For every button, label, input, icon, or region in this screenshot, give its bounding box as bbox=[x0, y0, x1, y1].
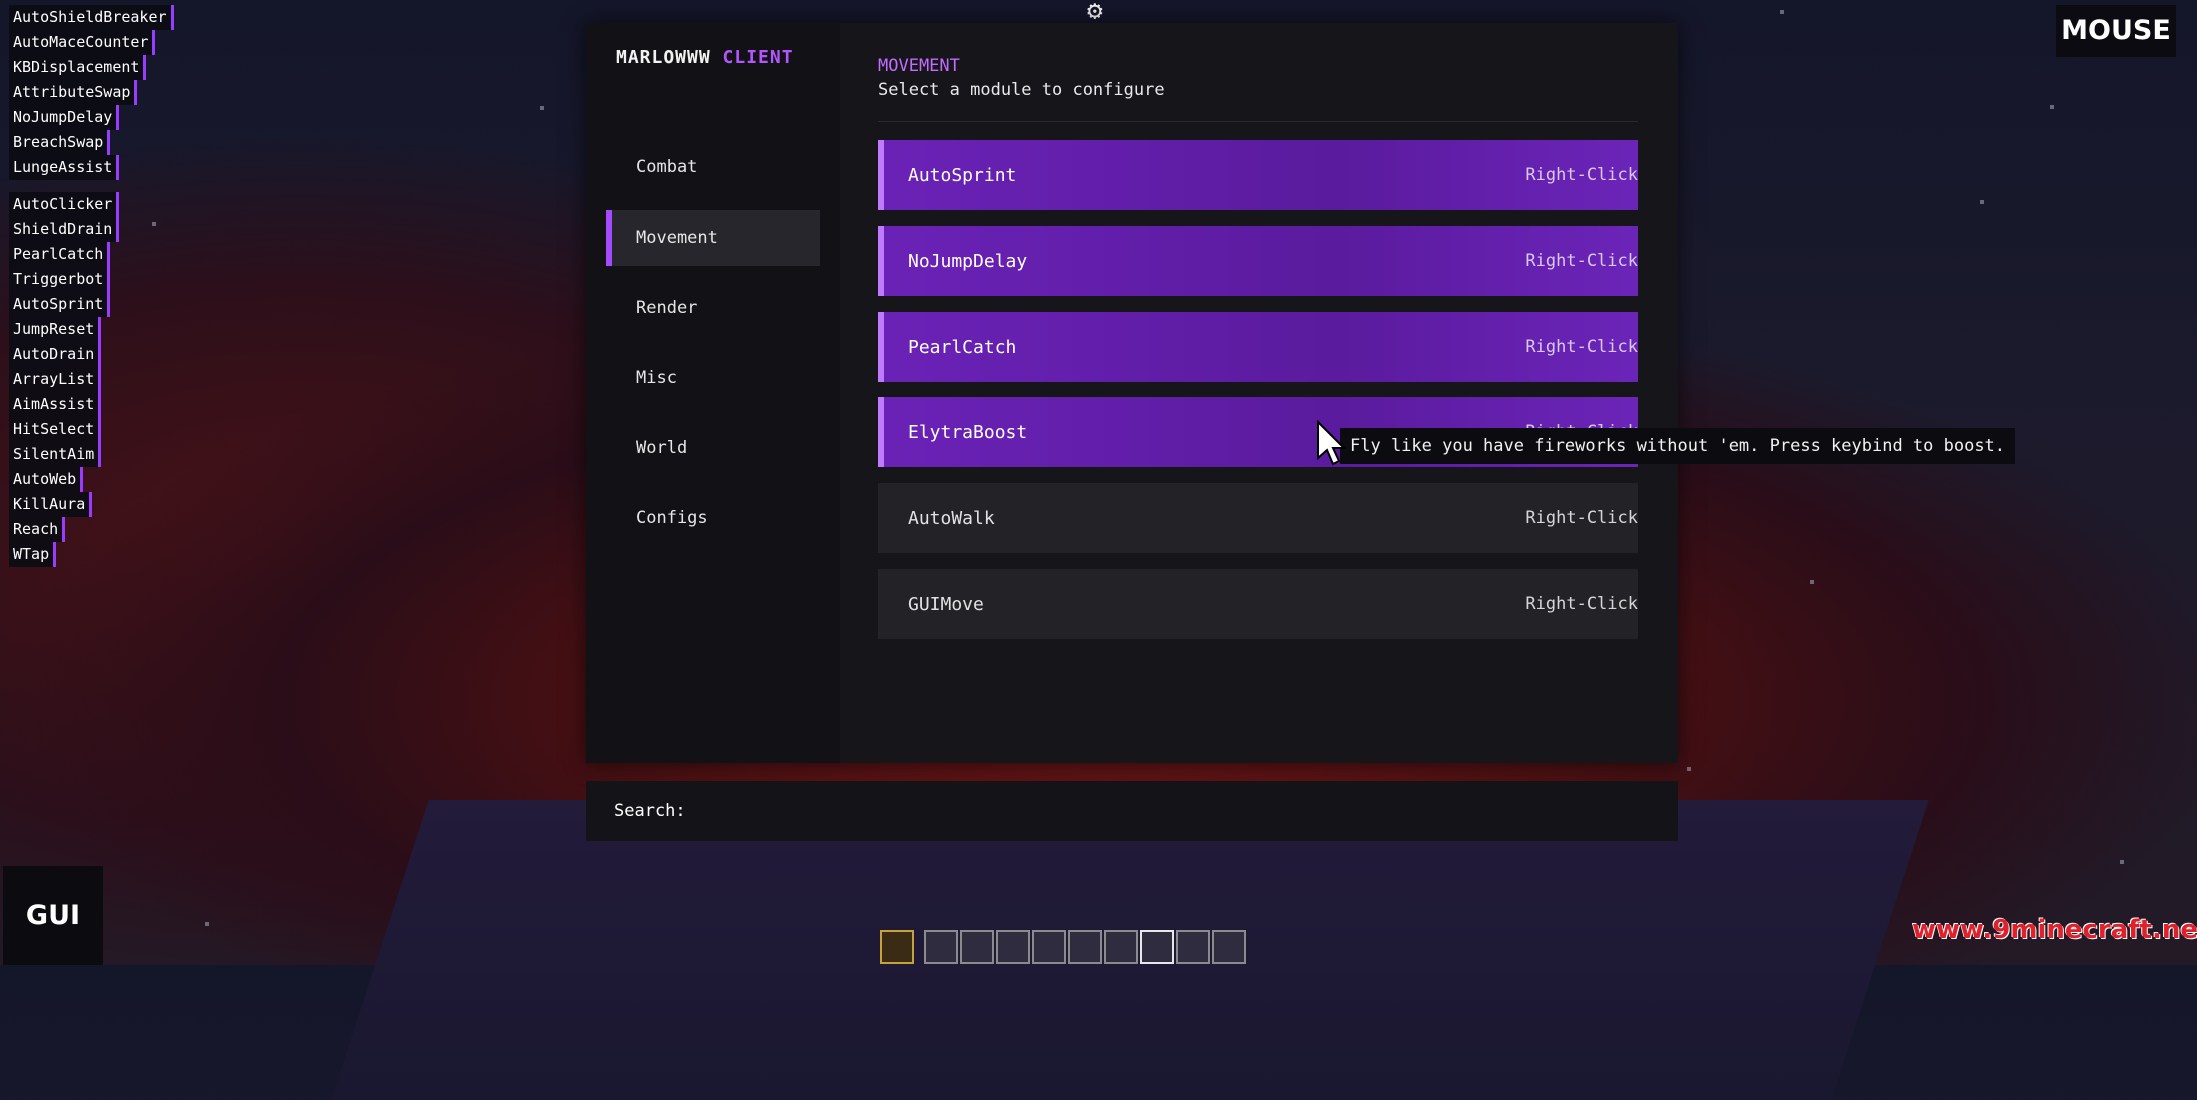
array-item: KillAura bbox=[9, 492, 93, 517]
client-gui-panel: MARLOWWW CLIENT Combat Movement Render M… bbox=[586, 23, 1678, 763]
module-name: GUIMove bbox=[908, 593, 984, 615]
hotbar-slot[interactable] bbox=[1032, 930, 1066, 964]
nav-misc[interactable]: Misc bbox=[606, 350, 820, 406]
array-item: AutoMaceCounter bbox=[9, 30, 156, 55]
hotbar-slot[interactable] bbox=[1104, 930, 1138, 964]
array-item: PearlCatch bbox=[9, 242, 111, 267]
hotbar-slot[interactable] bbox=[1068, 930, 1102, 964]
hotbar-slot[interactable] bbox=[880, 930, 914, 964]
hotbar-slot[interactable] bbox=[924, 930, 958, 964]
array-item: AimAssist bbox=[9, 392, 102, 417]
star bbox=[2050, 105, 2054, 109]
star bbox=[540, 106, 544, 110]
array-item: Reach bbox=[9, 517, 66, 542]
star bbox=[1980, 200, 1984, 204]
module-autosprint[interactable]: AutoSprint Right-Click bbox=[878, 140, 1638, 210]
site-watermark: www.9minecraft.net bbox=[1912, 915, 2197, 945]
module-keybind: Right-Click bbox=[1525, 337, 1638, 357]
module-name: AutoWalk bbox=[908, 507, 995, 529]
array-item: AutoDrain bbox=[9, 342, 102, 367]
module-pearlcatch[interactable]: PearlCatch Right-Click bbox=[878, 312, 1638, 382]
hotbar bbox=[880, 930, 1248, 964]
star bbox=[1687, 767, 1691, 771]
hotbar-slot-selected[interactable] bbox=[1140, 930, 1174, 964]
hotbar-slot[interactable] bbox=[1212, 930, 1246, 964]
module-guimove[interactable]: GUIMove Right-Click bbox=[878, 569, 1638, 639]
array-item: ShieldDrain bbox=[9, 217, 120, 242]
module-name: AutoSprint bbox=[908, 164, 1017, 186]
array-item: AutoWeb bbox=[9, 467, 84, 492]
module-array-list: AutoShieldBreaker AutoMaceCounter KBDisp… bbox=[9, 5, 174, 567]
pointer-cursor-icon bbox=[1317, 420, 1346, 466]
section-title: MOVEMENT bbox=[878, 56, 960, 76]
search-input[interactable] bbox=[695, 800, 1600, 822]
array-item: Triggerbot bbox=[9, 267, 111, 292]
nav-combat[interactable]: Combat bbox=[606, 139, 820, 195]
mouse-overlay-label: MOUSE bbox=[2056, 5, 2176, 57]
module-content: MOVEMENT Select a module to configure Au… bbox=[878, 23, 1678, 763]
array-item: AutoClicker bbox=[9, 192, 120, 217]
module-name: ElytraBoost bbox=[908, 421, 1028, 443]
divider bbox=[878, 121, 1638, 122]
array-item: SilentAim bbox=[9, 442, 102, 467]
nav-world[interactable]: World bbox=[606, 420, 820, 476]
array-item: ArrayList bbox=[9, 367, 102, 392]
array-item: AutoShieldBreaker bbox=[9, 5, 174, 30]
array-item: HitSelect bbox=[9, 417, 102, 442]
module-autowalk[interactable]: AutoWalk Right-Click bbox=[878, 483, 1638, 553]
section-subtitle: Select a module to configure bbox=[878, 80, 1165, 100]
category-sidebar: MARLOWWW CLIENT Combat Movement Render M… bbox=[586, 23, 840, 763]
logo-suffix: CLIENT bbox=[722, 47, 794, 68]
star bbox=[2120, 860, 2124, 864]
gear-icon[interactable]: ⚙ bbox=[1087, 0, 1103, 24]
gui-overlay-label: GUI bbox=[3, 866, 103, 965]
array-item: BreachSwap bbox=[9, 130, 111, 155]
array-item: AutoSprint bbox=[9, 292, 111, 317]
array-item: NoJumpDelay bbox=[9, 105, 120, 130]
nav-configs[interactable]: Configs bbox=[606, 490, 820, 546]
module-tooltip: Fly like you have fireworks without 'em.… bbox=[1340, 428, 2016, 464]
array-item: WTap bbox=[9, 542, 57, 567]
module-keybind: Right-Click bbox=[1525, 165, 1638, 185]
search-bar[interactable]: Search: bbox=[586, 781, 1678, 841]
module-nojumpdelay[interactable]: NoJumpDelay Right-Click bbox=[878, 226, 1638, 296]
array-item: LungeAssist bbox=[9, 155, 120, 180]
nav-render[interactable]: Render bbox=[606, 280, 820, 336]
module-keybind: Right-Click bbox=[1525, 594, 1638, 614]
array-item: JumpReset bbox=[9, 317, 102, 342]
client-logo: MARLOWWW CLIENT bbox=[616, 47, 794, 68]
search-label: Search: bbox=[614, 801, 686, 821]
star bbox=[1810, 580, 1814, 584]
logo-name: MARLOWWW bbox=[616, 47, 711, 68]
star bbox=[205, 922, 209, 926]
hotbar-slot[interactable] bbox=[996, 930, 1030, 964]
star bbox=[1780, 10, 1784, 14]
array-item: KBDisplacement bbox=[9, 55, 147, 80]
nav-movement[interactable]: Movement bbox=[606, 210, 820, 266]
array-gap bbox=[9, 180, 174, 192]
module-name: PearlCatch bbox=[908, 336, 1017, 358]
module-keybind: Right-Click bbox=[1525, 251, 1638, 271]
module-keybind: Right-Click bbox=[1525, 508, 1638, 528]
array-item: AttributeSwap bbox=[9, 80, 138, 105]
module-name: NoJumpDelay bbox=[908, 250, 1028, 272]
hotbar-slot[interactable] bbox=[1176, 930, 1210, 964]
hotbar-slot[interactable] bbox=[960, 930, 994, 964]
